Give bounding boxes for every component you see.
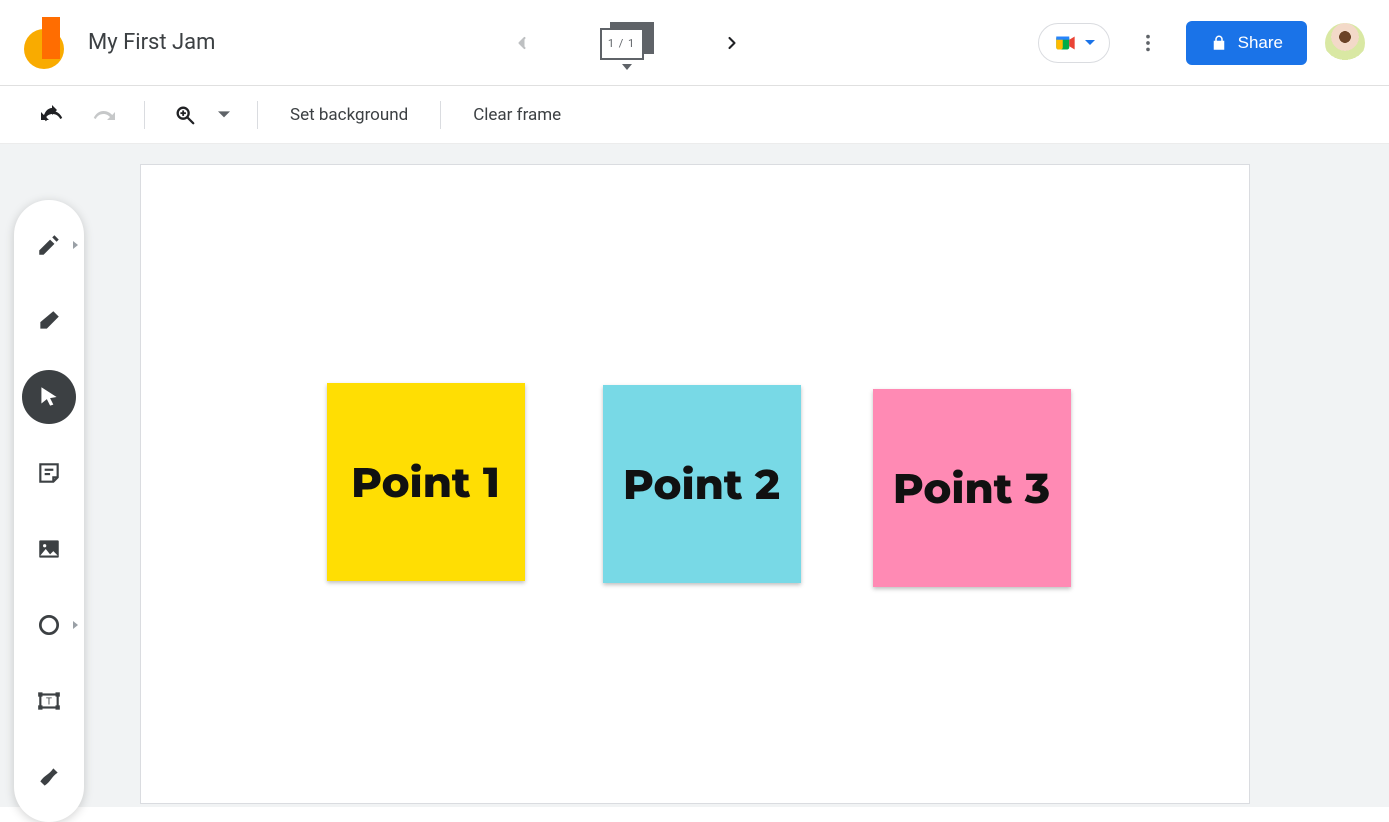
jamboard-logo (24, 17, 64, 69)
svg-text:T: T (46, 696, 52, 707)
sticky-note[interactable]: Point 1 (327, 383, 525, 581)
expand-caret-icon (73, 241, 78, 249)
tool-palette: T (14, 200, 84, 822)
sticky-note-icon (36, 460, 62, 486)
app-header: My First Jam 1 / 1 Shar (0, 0, 1389, 86)
sticky-note[interactable]: Point 2 (603, 385, 801, 583)
sticky-text: Point 1 (351, 457, 500, 507)
expand-caret-icon (73, 621, 78, 629)
redo-icon (92, 103, 116, 127)
workspace: Point 1 Point 2 Point 3 (0, 144, 1389, 807)
pen-icon (36, 232, 62, 258)
redo-button[interactable] (82, 93, 126, 137)
laser-tool[interactable] (22, 750, 76, 804)
shape-tool[interactable] (22, 598, 76, 652)
frame-nav: 1 / 1 (231, 22, 1021, 64)
more-options-button[interactable] (1128, 23, 1168, 63)
frame-counter-label: 1 / 1 (608, 37, 635, 50)
chevron-left-icon (512, 33, 532, 53)
lock-icon (1210, 34, 1228, 52)
image-icon (36, 536, 62, 562)
share-label: Share (1238, 33, 1283, 53)
meet-button[interactable] (1038, 23, 1110, 63)
sticky-note-tool[interactable] (22, 446, 76, 500)
sticky-note[interactable]: Point 3 (873, 389, 1071, 587)
image-tool[interactable] (22, 522, 76, 576)
separator (144, 101, 145, 129)
text-box-tool[interactable]: T (22, 674, 76, 728)
undo-icon (40, 103, 64, 127)
clear-frame-button[interactable]: Clear frame (459, 105, 575, 125)
account-avatar[interactable] (1325, 23, 1365, 63)
separator (440, 101, 441, 129)
zoom-dropdown[interactable] (209, 93, 239, 137)
cursor-icon (36, 384, 62, 410)
document-title[interactable]: My First Jam (88, 30, 215, 55)
header-actions: Share (1038, 21, 1365, 65)
dropdown-icon (1085, 38, 1095, 48)
prev-frame-button[interactable] (504, 25, 540, 61)
next-frame-button[interactable] (714, 25, 750, 61)
zoom-in-icon (174, 104, 196, 126)
frame-indicator[interactable]: 1 / 1 (600, 22, 654, 64)
sticky-text: Point 3 (893, 463, 1050, 513)
select-tool[interactable] (22, 370, 76, 424)
zoom-button[interactable] (163, 93, 207, 137)
laser-icon (36, 764, 62, 790)
undo-button[interactable] (30, 93, 74, 137)
pen-tool[interactable] (22, 218, 76, 272)
circle-icon (36, 612, 62, 638)
sticky-text: Point 2 (623, 459, 780, 509)
more-vert-icon (1137, 32, 1159, 54)
eraser-tool[interactable] (22, 294, 76, 348)
chevron-right-icon (722, 33, 742, 53)
set-background-button[interactable]: Set background (276, 105, 422, 125)
eraser-icon (36, 308, 62, 334)
share-button[interactable]: Share (1186, 21, 1307, 65)
toolbar: Set background Clear frame (0, 86, 1389, 144)
separator (257, 101, 258, 129)
text-box-icon: T (36, 688, 62, 714)
meet-icon (1053, 30, 1079, 56)
caret-down-icon (218, 109, 230, 121)
canvas[interactable]: Point 1 Point 2 Point 3 (140, 164, 1250, 804)
